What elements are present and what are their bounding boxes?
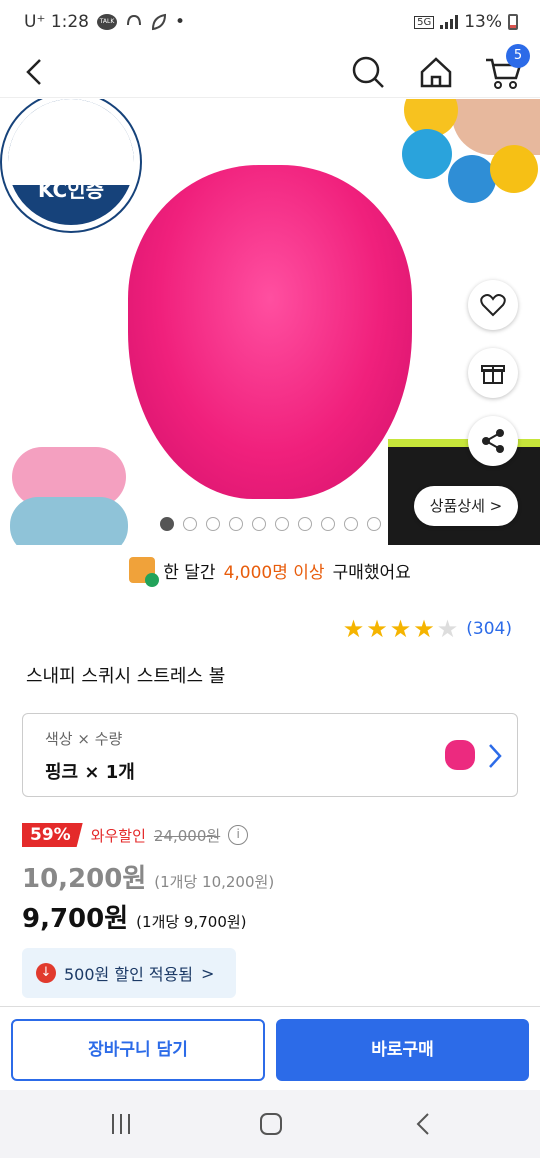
battery-text: 13% bbox=[464, 12, 502, 32]
search-icon bbox=[352, 56, 384, 88]
shopping-bag-check-icon bbox=[129, 557, 160, 587]
sale-unit-price: (1개당 10,200원) bbox=[154, 873, 275, 891]
blue-ball-image bbox=[402, 129, 452, 179]
home-nav-icon[interactable] bbox=[256, 1110, 286, 1138]
carousel-dot[interactable] bbox=[252, 517, 266, 531]
back-arrow-icon bbox=[26, 59, 41, 85]
product-image-carousel[interactable]: KC인증 상품상세 > bbox=[0, 99, 540, 545]
sale-price-row: 10,200원 (1개당 10,200원) bbox=[22, 858, 274, 895]
carousel-dot[interactable] bbox=[229, 517, 243, 531]
carrier-time: U⁺ 1:28 bbox=[24, 12, 89, 32]
hand-image bbox=[452, 99, 540, 155]
kakaotalk-icon: TALK bbox=[97, 14, 117, 30]
chevron-right-icon bbox=[489, 744, 502, 768]
chevron-right-icon: > bbox=[201, 963, 215, 983]
pink-squishy-ball-image bbox=[128, 165, 412, 499]
home-icon bbox=[420, 57, 452, 88]
kc-certification-logo: KC인증 bbox=[2, 99, 140, 231]
final-unit-price: (1개당 9,700원) bbox=[136, 913, 247, 931]
product-title: 스내피 스퀴시 스트레스 볼 bbox=[26, 666, 226, 687]
star-icon: ★ bbox=[389, 615, 412, 643]
star-empty-icon: ★ bbox=[436, 615, 459, 643]
blue-ball-image bbox=[448, 155, 496, 203]
notification-dot: • bbox=[175, 12, 186, 32]
cart-count-badge: 5 bbox=[506, 44, 530, 68]
original-price: 24,000원 bbox=[153, 826, 221, 845]
carousel-dot[interactable] bbox=[367, 517, 381, 531]
buyers-suffix: 구매했어요 bbox=[332, 562, 411, 583]
coupon-applied-button[interactable]: ↓ 500원 할인 적용됨 > bbox=[22, 948, 236, 998]
share-button[interactable] bbox=[468, 416, 518, 466]
discount-name: 와우할인 bbox=[90, 826, 146, 845]
kc-label: KC인증 bbox=[37, 178, 105, 202]
sale-price: 10,200원 bbox=[22, 864, 147, 894]
product-rating[interactable]: ★ ★ ★ ★ ★ (304) bbox=[343, 616, 512, 642]
signal-icon bbox=[440, 15, 459, 29]
buyers-count: 4,000명 이상 bbox=[223, 562, 325, 583]
option-label: 색상 × 수량 bbox=[45, 730, 123, 748]
leaf-icon bbox=[151, 13, 167, 31]
option-value: 핑크 × 1개 bbox=[45, 762, 135, 783]
heart-icon bbox=[480, 294, 506, 317]
purchase-count-banner: 한 달간 4,000명 이상 구매했어요 bbox=[0, 546, 540, 594]
wishlist-button[interactable] bbox=[468, 280, 518, 330]
system-navigation-bar bbox=[0, 1090, 540, 1158]
back-nav-icon[interactable] bbox=[408, 1110, 438, 1138]
down-arrow-icon: ↓ bbox=[36, 963, 56, 983]
carousel-dot[interactable] bbox=[298, 517, 312, 531]
action-bar: 장바구니 담기 바로구매 bbox=[0, 1006, 540, 1090]
buy-now-button[interactable]: 바로구매 bbox=[276, 1019, 529, 1081]
blue-squishy-image bbox=[10, 497, 128, 545]
product-detail-button[interactable]: 상품상세 > bbox=[414, 486, 518, 526]
star-icon: ★ bbox=[342, 615, 365, 643]
option-selector[interactable]: 색상 × 수량 핑크 × 1개 bbox=[22, 713, 518, 797]
final-price-row: 9,700원 (1개당 9,700원) bbox=[22, 898, 247, 935]
star-icon: ★ bbox=[366, 615, 388, 643]
status-bar: U⁺ 1:28 TALK • 5G 13% bbox=[0, 0, 540, 44]
5g-icon: 5G bbox=[414, 15, 435, 29]
back-button[interactable] bbox=[12, 50, 56, 94]
share-icon bbox=[482, 429, 504, 453]
coupon-text: 500원 할인 적용됨 bbox=[64, 965, 194, 984]
buyers-prefix: 한 달간 bbox=[163, 562, 216, 583]
gift-button[interactable] bbox=[468, 348, 518, 398]
carousel-dot[interactable] bbox=[344, 517, 358, 531]
info-icon[interactable]: i bbox=[228, 825, 249, 845]
cart-button[interactable]: 5 bbox=[482, 44, 530, 94]
star-icon: ★ bbox=[413, 615, 435, 643]
option-thumbnail bbox=[431, 726, 491, 786]
home-button[interactable] bbox=[414, 50, 458, 94]
carousel-dot[interactable] bbox=[160, 517, 174, 531]
carousel-indicator bbox=[160, 517, 381, 531]
yellow-ball-image bbox=[490, 145, 538, 193]
headset-icon bbox=[127, 14, 141, 26]
final-price: 9,700원 bbox=[22, 904, 129, 934]
review-count[interactable]: (304) bbox=[466, 619, 512, 639]
search-button[interactable] bbox=[346, 50, 390, 94]
carousel-dot[interactable] bbox=[183, 517, 197, 531]
carousel-dot[interactable] bbox=[275, 517, 289, 531]
carousel-dot[interactable] bbox=[206, 517, 220, 531]
battery-icon bbox=[508, 14, 518, 30]
add-to-cart-button[interactable]: 장바구니 담기 bbox=[11, 1019, 265, 1081]
top-header: 5 bbox=[0, 44, 540, 98]
discount-row: 59% 와우할인 24,000원 i bbox=[22, 823, 249, 847]
carousel-dot[interactable] bbox=[321, 517, 335, 531]
gift-icon bbox=[481, 365, 505, 384]
recent-apps-icon[interactable] bbox=[106, 1110, 136, 1138]
discount-rate-badge: 59% bbox=[22, 823, 83, 847]
